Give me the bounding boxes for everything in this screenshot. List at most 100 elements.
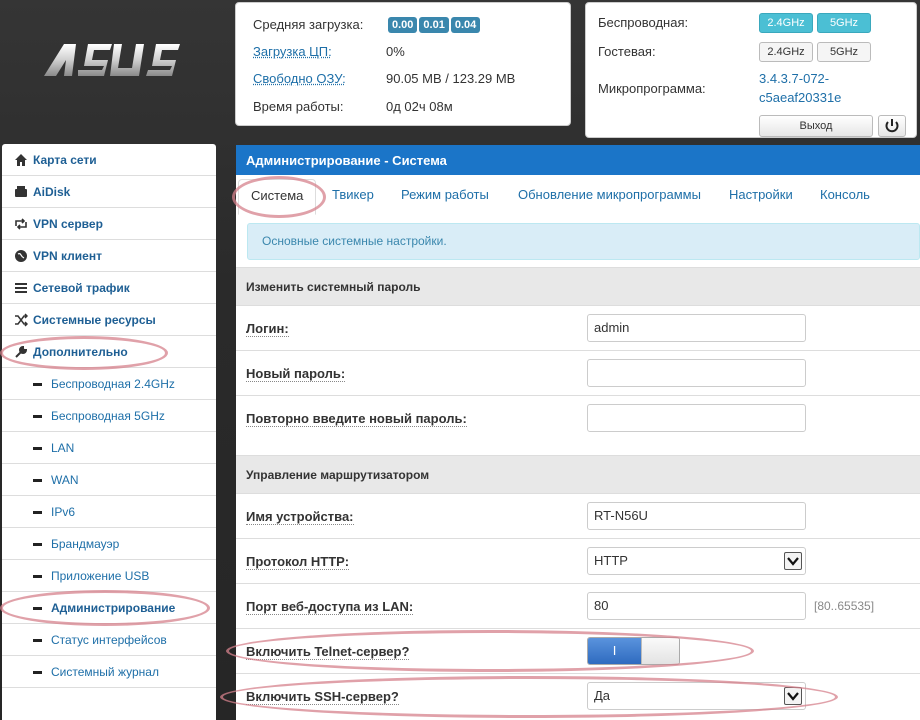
ram-link[interactable]: Свободно ОЗУ:	[253, 71, 346, 86]
telnet-label: Включить Telnet-сервер?	[246, 644, 410, 660]
sidebar-subitem-label: Брандмауэр	[51, 537, 120, 551]
chevron-down-icon	[784, 687, 802, 705]
device-name-label: Имя устройства:	[246, 509, 354, 525]
dash-icon	[33, 543, 42, 546]
dash-icon	[33, 511, 42, 514]
sidebar-item-label: Карта сети	[33, 153, 97, 167]
sidebar-subitem-label: Системный журнал	[51, 665, 159, 679]
telnet-toggle[interactable]: I	[587, 637, 680, 665]
load-label: Средняя загрузка:	[253, 17, 364, 32]
uptime-label: Время работы:	[253, 99, 344, 114]
logout-button[interactable]: Выход	[759, 115, 873, 137]
sidebar-item-aidisk[interactable]: AiDisk	[2, 176, 216, 208]
sidebar-subitem-interface-status[interactable]: Статус интерфейсов	[2, 624, 216, 656]
dash-icon	[33, 575, 42, 578]
dash-icon	[33, 671, 42, 674]
dash-icon	[33, 415, 42, 418]
load-badge-1: 0.00	[388, 17, 418, 33]
sidebar-item-vpn-server[interactable]: VPN сервер	[2, 208, 216, 240]
new-password-input[interactable]	[587, 359, 806, 387]
sidebar-subitem-label: LAN	[51, 441, 75, 455]
sidebar-subitem-label: Статус интерфейсов	[51, 633, 167, 647]
ssh-value: Да	[594, 688, 611, 703]
sidebar-subitem-label: Беспроводная 2.4GHz	[51, 377, 175, 391]
guest-24-button[interactable]: 2.4GHz	[759, 42, 813, 62]
sidebar-subitem-wan[interactable]: WAN	[2, 464, 216, 496]
ssh-select[interactable]: Да	[587, 682, 806, 710]
system-status-panel: Средняя загрузка: 0.00 0.01 0.04 Загрузка …	[235, 2, 571, 126]
sidebar-item-vpn-client[interactable]: VPN клиент	[2, 240, 216, 272]
tab-console[interactable]: Консоль	[820, 187, 870, 202]
wireless-status-panel: Беспроводная: 2.4GHz 5GHz Гостевая: 2.4G…	[585, 2, 917, 138]
sidebar-item-resources[interactable]: Системные ресурсы	[2, 304, 216, 336]
chevron-down-icon	[784, 552, 802, 570]
ssh-row: Включить SSH-сервер? Да	[236, 673, 920, 718]
dash-icon	[33, 383, 42, 386]
sidebar-item-label: Дополнительно	[33, 345, 128, 359]
sidebar-subitem-lan[interactable]: LAN	[2, 432, 216, 464]
tab-operation-mode[interactable]: Режим работы	[401, 187, 489, 202]
sidebar-subitem-wireless-24[interactable]: Беспроводная 2.4GHz	[2, 368, 216, 400]
ssh-label: Включить SSH-сервер?	[246, 689, 399, 705]
section-router: Управление маршрутизатором	[236, 455, 920, 493]
cpu-link[interactable]: Загрузка ЦП:	[253, 44, 332, 59]
tab-firmware-update[interactable]: Обновление микропрограммы	[518, 187, 701, 202]
list-icon	[15, 283, 27, 293]
sidebar-subitem-firewall[interactable]: Брандмауэр	[2, 528, 216, 560]
dash-icon	[33, 447, 42, 450]
toggle-on-text: I	[588, 638, 641, 664]
telnet-row: Включить Telnet-сервер? I	[236, 628, 920, 673]
sidebar-subitem-usb[interactable]: Приложение USB	[2, 560, 216, 592]
port-input[interactable]: 80	[587, 592, 806, 620]
retweet-icon	[15, 218, 27, 230]
tab-tweaker[interactable]: Твикер	[332, 187, 374, 202]
dash-icon	[33, 607, 42, 610]
power-icon	[885, 119, 899, 133]
sidebar-subitem-syslog[interactable]: Системный журнал	[2, 656, 216, 688]
tab-system[interactable]: Система	[238, 179, 317, 215]
reboot-button[interactable]	[878, 115, 906, 137]
port-range-hint: [80..65535]	[814, 599, 875, 613]
main-panel: Администрирование - Система Система Твик…	[236, 145, 920, 720]
repeat-password-row: Повторно введите новый пароль:	[236, 395, 920, 440]
info-alert: Основные системные настройки.	[247, 223, 920, 260]
sidebar-item-traffic[interactable]: Сетевой трафик	[2, 272, 216, 304]
guest-label: Гостевая:	[598, 44, 656, 59]
firmware-version-line2[interactable]: c5aeaf20331e	[759, 90, 841, 105]
http-protocol-label: Протокол HTTP:	[246, 554, 350, 570]
load-badge-5: 0.01	[419, 17, 449, 33]
http-protocol-select[interactable]: HTTP	[587, 547, 806, 575]
repeat-password-input[interactable]	[587, 404, 806, 432]
new-password-row: Новый пароль:	[236, 350, 920, 395]
sidebar-subitem-wireless-5[interactable]: Беспроводная 5GHz	[2, 400, 216, 432]
device-name-input[interactable]: RT-N56U	[587, 502, 806, 530]
sidebar-subitem-label: Беспроводная 5GHz	[51, 409, 165, 423]
sidebar-item-advanced[interactable]: Дополнительно	[2, 336, 216, 368]
port-label: Порт веб-доступа из LAN:	[246, 599, 414, 615]
toggle-knob	[641, 638, 679, 664]
sidebar-item-network-map[interactable]: Карта сети	[2, 144, 216, 176]
sidebar: Карта сети AiDisk VPN сервер VPN клиент …	[2, 144, 216, 720]
cpu-value: 0%	[386, 44, 405, 59]
hdd-icon	[15, 186, 27, 197]
ram-value: 90.05 MB / 123.29 MB	[386, 71, 516, 86]
sidebar-item-label: AiDisk	[33, 185, 71, 199]
login-label: Логин:	[246, 321, 289, 337]
tab-settings[interactable]: Настройки	[729, 187, 793, 202]
repeat-password-label: Повторно введите новый пароль:	[246, 411, 467, 427]
login-input[interactable]: admin	[587, 314, 806, 342]
port-row: Порт веб-доступа из LAN: 80 [80..65535]	[236, 583, 920, 628]
sidebar-subitem-label: Администрирование	[51, 601, 176, 615]
random-icon	[15, 313, 28, 327]
wireless-5-button[interactable]: 5GHz	[817, 13, 871, 33]
http-protocol-row: Протокол HTTP: HTTP	[236, 538, 920, 583]
sidebar-subitem-ipv6[interactable]: IPv6	[2, 496, 216, 528]
page-title: Администрирование - Система	[236, 145, 920, 175]
uptime-value: 0д 02ч 08м	[386, 99, 453, 114]
wireless-24-button[interactable]: 2.4GHz	[759, 13, 813, 33]
sidebar-subitem-label: Приложение USB	[51, 569, 150, 583]
firmware-version-line1[interactable]: 3.4.3.7-072-	[759, 71, 829, 86]
wireless-label: Беспроводная:	[598, 15, 689, 30]
sidebar-subitem-administration[interactable]: Администрирование	[2, 592, 216, 624]
guest-5-button[interactable]: 5GHz	[817, 42, 871, 62]
